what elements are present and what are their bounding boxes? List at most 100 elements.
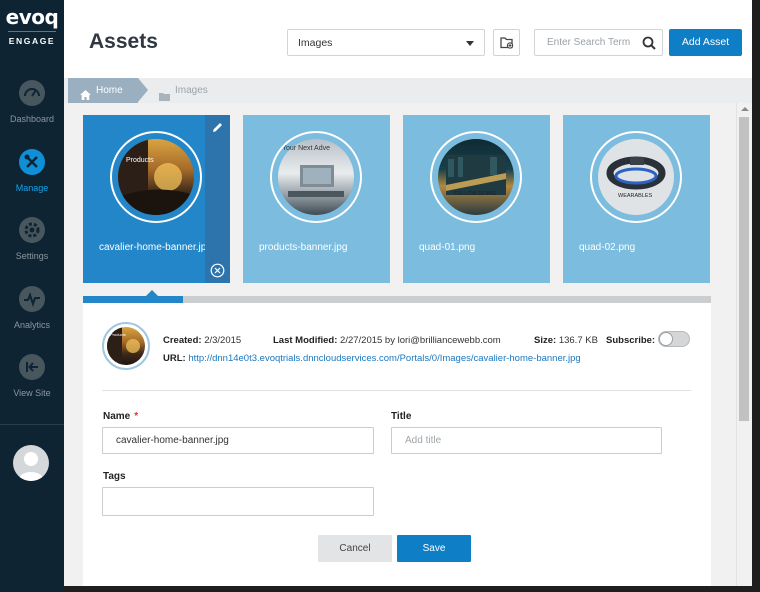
pencil-icon[interactable]: [211, 121, 224, 139]
created-value: 2/3/2015: [204, 335, 242, 346]
size-label: Size:: [534, 335, 557, 346]
sidebar-item-label: Dashboard: [9, 114, 55, 124]
search-box: [534, 29, 663, 56]
breadcrumb-images-label: Images: [175, 85, 208, 96]
asset-name: cavalier-home-banner.jpg: [99, 242, 212, 253]
asset-thumbnail-image: [438, 139, 514, 215]
asset-name: quad-02.png: [579, 242, 636, 253]
asset-detail-panel: Products Created: 2/3/2015 Last Modified…: [83, 303, 711, 586]
asset-thumbnail: Products: [110, 131, 202, 223]
name-label: Name *: [103, 411, 138, 422]
asset-thumbnail-image: [118, 139, 194, 215]
page-title: Assets: [89, 30, 158, 53]
title-label: Title: [391, 411, 412, 422]
url-label: URL:: [163, 353, 186, 364]
modified-value: 2/27/2015 by lori@brilliancewebb.com: [340, 335, 501, 346]
name-field[interactable]: [103, 428, 373, 453]
asset-thumbnail-image: [598, 139, 674, 215]
main-panel: Assets Images Add Asset Home: [64, 0, 752, 586]
sidebar: evoq ENGAGE Dashboard Manage Settings An…: [0, 0, 64, 592]
sidebar-item-manage[interactable]: Manage: [0, 149, 64, 217]
user-avatar-icon: [18, 452, 44, 481]
add-folder-icon: [500, 37, 514, 49]
asset-actions-strip: [205, 115, 230, 283]
manage-icon: [19, 149, 45, 175]
subscribe-toggle[interactable]: [658, 331, 690, 347]
assets-content: Products cavalier-home-banner.jpg Your N…: [64, 103, 736, 586]
header: Assets Images Add Asset: [64, 0, 752, 78]
sidebar-item-label: Analytics: [13, 320, 50, 330]
breadcrumb-home-label: Home: [96, 85, 123, 96]
thumbnail-caption: Products: [110, 332, 126, 337]
title-field[interactable]: [392, 428, 661, 453]
add-asset-button[interactable]: Add Asset: [669, 29, 742, 56]
thumbnail-caption: Products: [126, 157, 154, 164]
toggle-knob: [659, 332, 673, 346]
dashboard-icon: [19, 80, 45, 106]
delete-icon[interactable]: [210, 263, 225, 283]
selection-progress-bar: [83, 296, 711, 303]
modified-label: Last Modified:: [273, 335, 338, 346]
tags-label: Tags: [103, 471, 126, 482]
sidebar-item-view-site[interactable]: View Site: [0, 354, 64, 422]
scrollbar-thumb[interactable]: [739, 117, 749, 421]
breadcrumb: Home Images: [64, 78, 752, 103]
selection-progress-fill: [83, 296, 184, 303]
created-info: Created: 2/3/2015: [163, 335, 241, 346]
thumbnail-caption: FELLOW GOING: [454, 191, 497, 197]
url-info: URL: http://dnn14e0t3.evoqtrials.dnnclou…: [163, 353, 581, 364]
cancel-button[interactable]: Cancel: [318, 535, 392, 562]
sidebar-item-analytics[interactable]: Analytics: [0, 286, 64, 354]
asset-thumbnail: FELLOW GOING: [430, 131, 522, 223]
asset-thumbnail: WEARABLES: [590, 131, 682, 223]
view-site-icon: [19, 354, 45, 380]
asset-name: products-banner.jpg: [259, 242, 348, 253]
asset-tile[interactable]: Products cavalier-home-banner.jpg: [83, 115, 230, 283]
search-input[interactable]: [535, 30, 631, 55]
url-link[interactable]: http://dnn14e0t3.evoqtrials.dnncloudserv…: [188, 353, 580, 364]
subscribe-label: Subscribe:: [606, 335, 655, 346]
asset-tile[interactable]: WEARABLES quad-02.png: [563, 115, 710, 283]
add-folder-button[interactable]: [493, 29, 520, 56]
tags-field-wrapper: [102, 487, 374, 516]
modified-info: Last Modified: 2/27/2015 by lori@brillia…: [273, 335, 501, 346]
detail-divider: [102, 390, 691, 391]
asset-tile[interactable]: Your Next Adve products-banner.jpg: [243, 115, 390, 283]
asset-name: quad-01.png: [419, 242, 476, 253]
folder-select-value: Images: [298, 37, 333, 49]
avatar[interactable]: [13, 445, 49, 481]
thumbnail-caption: WEARABLES: [618, 193, 653, 199]
asset-thumbnail: Your Next Adve: [270, 131, 362, 223]
settings-icon: [19, 217, 45, 243]
size-value: 136.7 KB: [558, 335, 598, 346]
name-label-text: Name: [103, 411, 131, 422]
name-field-wrapper: [102, 427, 374, 454]
scroll-up-arrow[interactable]: [741, 107, 749, 111]
subscribe-label-text: Subscribe:: [606, 335, 656, 346]
sidebar-item-label: Settings: [15, 251, 49, 261]
brand-name: evoq: [5, 5, 59, 29]
title-field-wrapper: [391, 427, 662, 454]
logo-divider: [8, 31, 56, 32]
breadcrumb-home[interactable]: Home: [68, 78, 148, 103]
tags-field[interactable]: [103, 488, 373, 515]
brand-sub: ENGAGE: [8, 36, 56, 46]
save-button[interactable]: Save: [397, 535, 471, 562]
breadcrumb-images[interactable]: Images: [159, 78, 208, 103]
sidebar-item-settings[interactable]: Settings: [0, 217, 64, 285]
folder-select[interactable]: Images: [287, 29, 485, 56]
sidebar-item-dashboard[interactable]: Dashboard: [0, 80, 64, 148]
asset-tile[interactable]: FELLOW GOING quad-01.png: [403, 115, 550, 283]
vertical-scrollbar[interactable]: [736, 103, 752, 586]
sidebar-item-label: Manage: [15, 183, 49, 193]
analytics-icon: [19, 286, 45, 312]
required-marker: *: [134, 411, 139, 422]
created-label: Created:: [163, 335, 202, 346]
sidebar-item-label: View Site: [13, 388, 51, 398]
evoq-logo[interactable]: evoq ENGAGE: [0, 0, 64, 56]
search-icon[interactable]: [642, 36, 656, 55]
detail-thumbnail: Products: [102, 322, 150, 370]
size-info: Size: 136.7 KB: [534, 335, 598, 346]
chevron-down-icon: [466, 41, 474, 46]
sidebar-divider: [0, 424, 64, 425]
